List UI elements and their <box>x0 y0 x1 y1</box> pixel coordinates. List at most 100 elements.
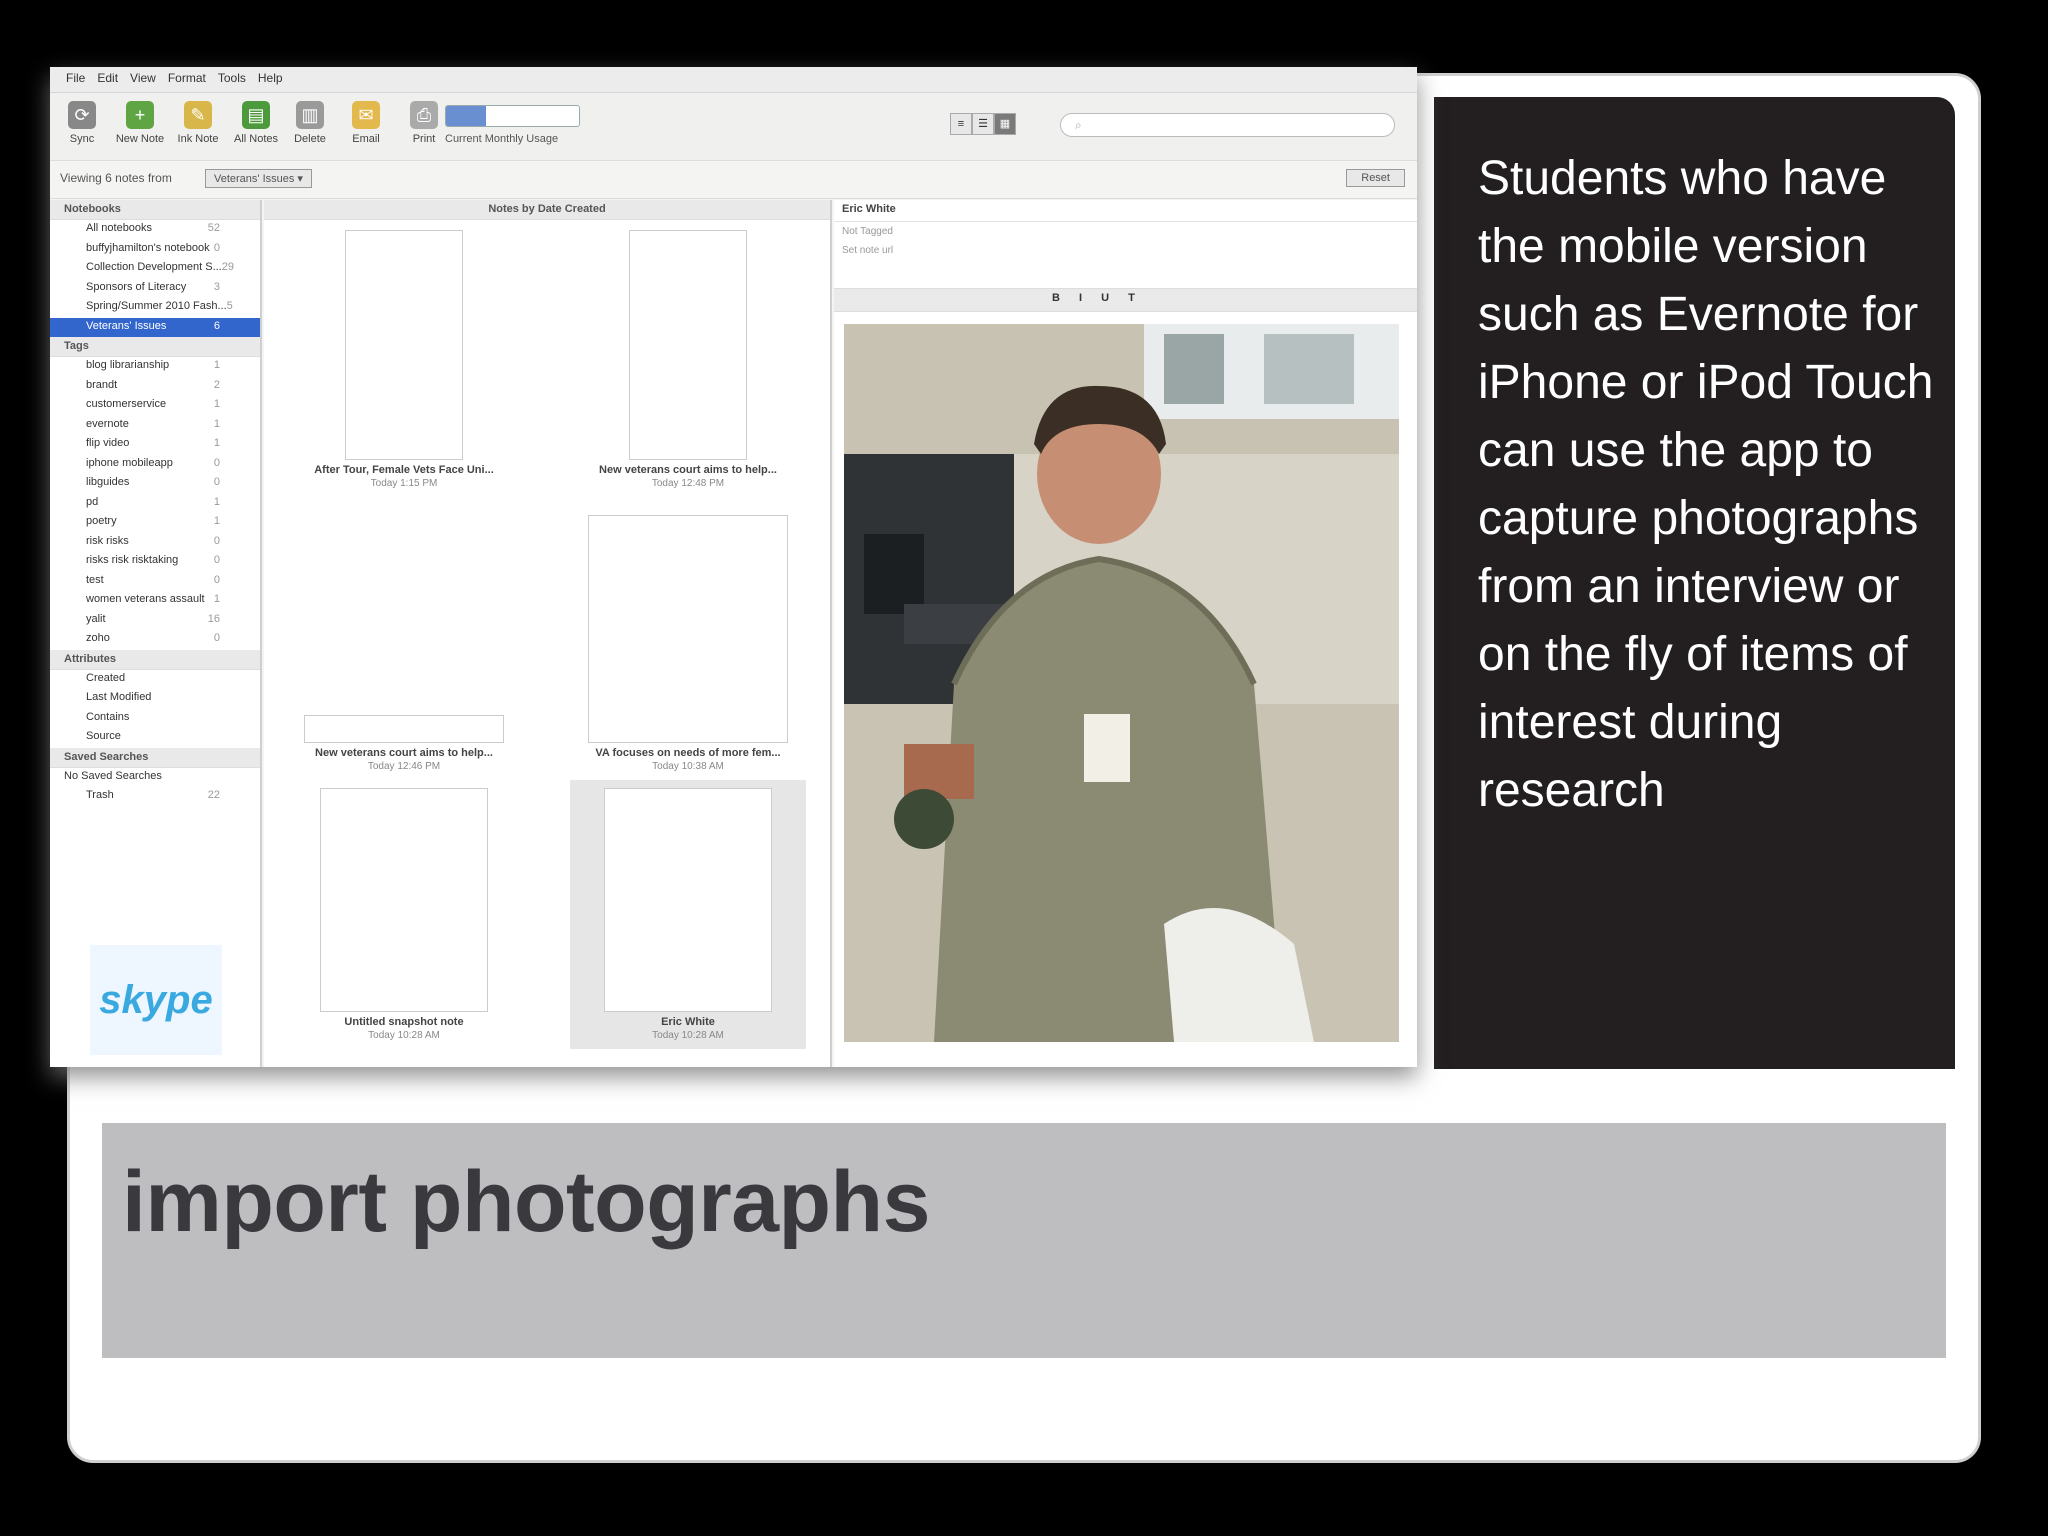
soldier-photo <box>844 324 1399 1042</box>
usage-meter <box>445 105 580 127</box>
sidebar-item-tag[interactable]: women veterans assault 1 <box>50 591 260 611</box>
trash-icon: ▥ <box>296 101 324 129</box>
slide-title: import photographs <box>122 1154 930 1250</box>
note-thumbnail <box>629 230 747 460</box>
tag-count: 0 <box>213 632 220 644</box>
attributes-header[interactable]: Attributes <box>50 649 260 670</box>
sidebar-item-tag[interactable]: pd 1 <box>50 494 260 514</box>
menu-edit[interactable]: Edit <box>97 71 118 88</box>
sidebar-item-tag[interactable]: risk risks 0 <box>50 533 260 553</box>
sidebar-item-all-notebooks[interactable]: All notebooks 52 <box>50 220 260 240</box>
evernote-screenshot: File Edit View Format Tools Help ⟳ Sync +… <box>50 67 1417 1067</box>
sidebar-item-notebook[interactable]: Spring/Summer 2010 Fash... 5 <box>50 298 260 318</box>
sync-icon: ⟳ <box>68 101 96 129</box>
thumbnail-view-icon[interactable]: ▦ <box>994 113 1016 135</box>
note-card[interactable]: New veterans court aims to help... Today… <box>294 715 514 772</box>
title-bar: import photographs <box>102 1123 1946 1358</box>
note-editor: Eric White Not Tagged Set note url B I U… <box>834 200 1417 1067</box>
no-saved-searches: No Saved Searches <box>64 769 162 782</box>
sidebar-item-notebook[interactable]: Collection Development S... 29 <box>50 259 260 279</box>
new-note-icon: + <box>126 101 154 129</box>
list-view-icon[interactable]: ≡ <box>950 113 972 135</box>
sidebar-item-tag[interactable]: evernote 1 <box>50 416 260 436</box>
menu-file[interactable]: File <box>66 71 85 88</box>
tag-label: risk risks <box>86 534 129 547</box>
tag-count: 1 <box>213 437 220 449</box>
attribute-last-modified[interactable]: Last Modified <box>50 689 260 709</box>
sidebar-item-tag[interactable]: brandt 2 <box>50 377 260 397</box>
menu-tools[interactable]: Tools <box>218 71 246 88</box>
attribute-created[interactable]: Created <box>50 670 260 690</box>
tag-label: risks risk risktaking <box>86 554 179 566</box>
tag-count: 1 <box>213 417 220 430</box>
note-card[interactable]: After Tour, Female Vets Face Uni... Toda… <box>294 230 514 489</box>
email-icon: ✉ <box>352 101 380 129</box>
attribute-source[interactable]: Source <box>50 728 260 748</box>
sidebar-item-tag[interactable]: yalit 16 <box>50 611 260 631</box>
note-list: Notes by Date Created After Tour, Female… <box>264 200 832 1067</box>
note-title[interactable]: Eric White <box>834 200 1417 222</box>
sidebar-item-tag[interactable]: zoho 0 <box>50 630 260 650</box>
sidebar-item-tag[interactable]: iphone mobileapp 0 <box>50 455 260 475</box>
note-card[interactable]: Untitled snapshot note Today 10:28 AM <box>294 788 514 1041</box>
ink-note-button[interactable]: ✎ Ink Note <box>170 101 226 145</box>
tags-header[interactable]: Tags <box>50 337 260 357</box>
tag-label: women veterans assault <box>86 593 205 605</box>
sync-button[interactable]: ⟳ Sync <box>54 101 110 145</box>
tag-count: 1 <box>213 495 220 508</box>
tag-label: test <box>86 573 104 586</box>
sidebar-item-tag[interactable]: flip video 1 <box>50 435 260 455</box>
reset-button[interactable]: Reset <box>1346 169 1405 187</box>
tag-label: blog librarianship <box>86 359 170 371</box>
sidebar-item-tag[interactable]: libguides 0 <box>50 474 260 494</box>
tag-count: 0 <box>213 554 220 566</box>
note-card-selected[interactable]: Eric White Today 10:28 AM <box>570 780 806 1049</box>
notebooks-header[interactable]: Notebooks <box>50 200 260 220</box>
saved-searches-header[interactable]: Saved Searches <box>50 747 260 768</box>
tag-label: libguides <box>86 476 130 488</box>
note-url[interactable]: Set note url <box>834 241 1417 260</box>
note-card[interactable]: VA focuses on needs of more fem... Today… <box>578 515 798 772</box>
note-card[interactable]: New veterans court aims to help... Today… <box>578 230 798 489</box>
print-button[interactable]: ⎙ Print <box>396 101 452 145</box>
menu-help[interactable]: Help <box>258 71 283 88</box>
note-thumbnail <box>304 715 504 743</box>
list-header[interactable]: Notes by Date Created <box>264 200 830 220</box>
attribute-contains[interactable]: Contains <box>50 709 260 729</box>
delete-button[interactable]: ▥ Delete <box>282 101 338 145</box>
sidebar: Notebooks All notebooks 52 buffyjhamilton… <box>50 200 262 1067</box>
sidebar-item-trash[interactable]: Trash 22 <box>50 787 260 807</box>
note-thumbnail <box>604 788 772 1012</box>
search-input[interactable]: ⌕ <box>1060 113 1395 137</box>
skype-logo: skype <box>90 945 222 1055</box>
format-toolbar[interactable]: B I U T <box>834 288 1417 312</box>
new-note-button[interactable]: + New Note <box>112 101 168 145</box>
tag-count: 2 <box>213 378 220 391</box>
tag-count: 1 <box>213 515 220 527</box>
sidebar-item-veterans-issues[interactable]: Veterans' Issues 6 <box>50 317 260 337</box>
tag-count: 1 <box>213 593 220 605</box>
tag-label: brandt <box>86 378 118 391</box>
menu-view[interactable]: View <box>130 71 156 88</box>
sidebar-item-notebook[interactable]: buffyjhamilton's notebook 0 <box>50 240 260 260</box>
sidebar-item-tag[interactable]: test 0 <box>50 572 260 592</box>
tag-count: 0 <box>213 534 220 547</box>
tag-label: poetry <box>86 515 117 527</box>
email-button[interactable]: ✉ Email <box>338 101 394 145</box>
sidebar-item-notebook[interactable]: Sponsors of Literacy 3 <box>50 279 260 299</box>
note-tags[interactable]: Not Tagged <box>834 222 1417 241</box>
note-thumbnail <box>320 788 488 1012</box>
tag-label: yalit <box>86 612 106 625</box>
all-notes-button[interactable]: ▤ All Notes <box>228 101 284 145</box>
sidebar-item-tag[interactable]: poetry 1 <box>50 513 260 533</box>
sidebar-item-tag[interactable]: customerservice 1 <box>50 396 260 416</box>
tag-label: pd <box>86 495 99 508</box>
usage-fill <box>446 106 486 126</box>
sidebar-item-tag[interactable]: blog librarianship 1 <box>50 357 260 377</box>
snippet-view-icon[interactable]: ☰ <box>972 113 994 135</box>
filter-bar: Viewing 6 notes from Veterans' Issues ▾ … <box>50 161 1417 199</box>
sidebar-item-tag[interactable]: risks risk risktaking 0 <box>50 552 260 572</box>
menu-format[interactable]: Format <box>168 71 206 88</box>
notebook-select[interactable]: Veterans' Issues ▾ <box>205 169 312 188</box>
search-icon: ⌕ <box>1075 118 1082 132</box>
